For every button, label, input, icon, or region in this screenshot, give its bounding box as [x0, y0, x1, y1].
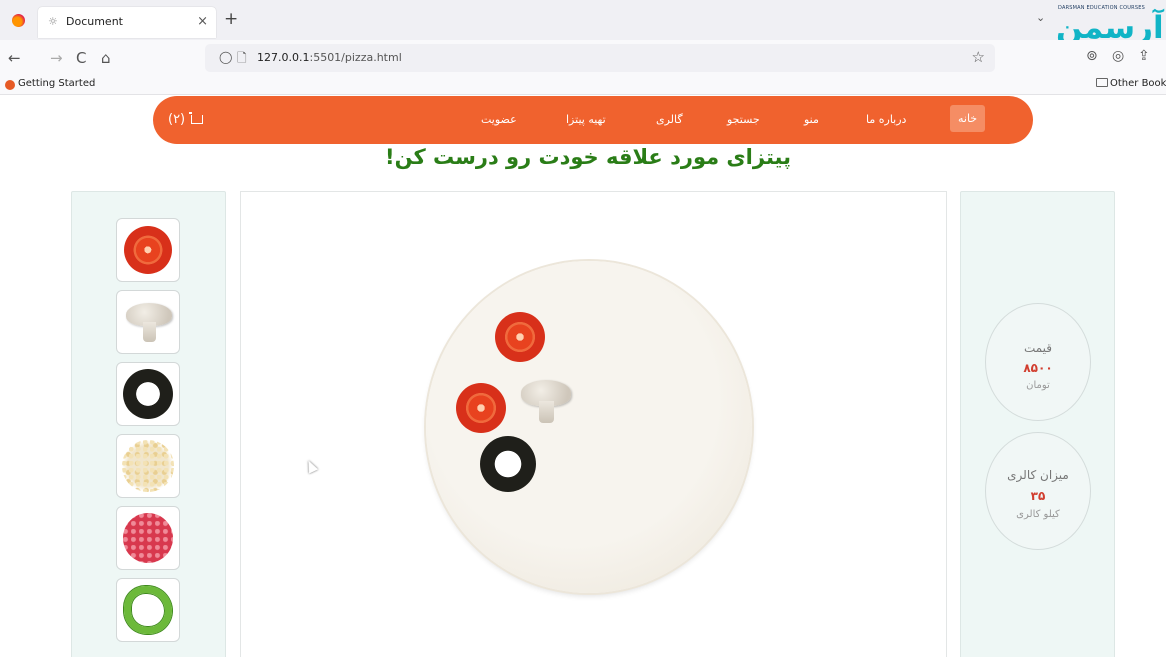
calorie-unit: کیلو کالری: [1016, 509, 1060, 520]
page-headline: پیتزای مورد علاقه خودت رو درست کن!: [385, 145, 791, 169]
back-button[interactable]: ←: [8, 49, 21, 67]
url-text: 127.0.0.1:5501/pizza.html: [257, 51, 402, 64]
price-title: قیمت: [1023, 341, 1053, 355]
menu-home[interactable]: خانه: [950, 105, 986, 132]
cheese-icon: [122, 440, 174, 492]
new-tab-button[interactable]: +: [224, 9, 238, 29]
topping-olive[interactable]: [480, 436, 536, 492]
page-viewport: (۲) خانه درباره ما منو جستجو گالری تهیه …: [10, 95, 1166, 657]
browser-tab-bar: ☼ Document × + ⌄: [0, 0, 1166, 40]
ingredient-tomato[interactable]: [116, 218, 180, 282]
ingredient-bell-pepper[interactable]: [116, 578, 180, 642]
menu-make-pizza[interactable]: تهیه پیتزا: [566, 113, 606, 126]
browser-tab[interactable]: ☼ Document ×: [38, 7, 216, 38]
tomato-icon: [124, 226, 172, 274]
url-host: 127.0.0.1: [257, 51, 310, 64]
bell-pepper-icon: [124, 586, 172, 634]
cart-count: (۲): [168, 112, 186, 127]
salami-icon: [123, 513, 173, 563]
other-bookmarks-label: Other Bookm: [1110, 78, 1166, 89]
url-path: :5501/pizza.html: [309, 51, 402, 64]
folder-icon: [1096, 78, 1108, 87]
calorie-stat: میزان کالری ۳۵ کیلو کالری: [985, 432, 1091, 550]
cart-button[interactable]: (۲): [168, 112, 204, 127]
topping-tomato[interactable]: [495, 312, 545, 362]
extensions-icon[interactable]: ⇪: [1138, 48, 1150, 64]
forward-button[interactable]: →: [50, 49, 63, 67]
menu-about[interactable]: درباره ما: [866, 113, 906, 126]
other-bookmarks[interactable]: Other Bookm: [1096, 78, 1166, 89]
topping-tomato[interactable]: [456, 383, 506, 433]
tab-favicon-icon: ☼: [48, 15, 58, 28]
menu-menu[interactable]: منو: [804, 113, 819, 126]
bookmarks-bar: Getting Started Other Bookm: [0, 76, 1166, 95]
reload-button[interactable]: C: [76, 49, 86, 67]
menu-membership[interactable]: عضویت: [481, 113, 517, 126]
stats-panel: [960, 191, 1115, 657]
ingredient-olive[interactable]: [116, 362, 180, 426]
ingredient-mushroom[interactable]: [116, 290, 180, 354]
menu-search[interactable]: جستجو: [727, 113, 760, 126]
pocket-icon[interactable]: ⊚: [1086, 48, 1098, 64]
address-bar[interactable]: ◯ 🗋 127.0.0.1:5501/pizza.html ☆: [205, 44, 995, 72]
tab-list-chevron-icon[interactable]: ⌄: [1036, 11, 1045, 24]
calorie-value: ۳۵: [1030, 489, 1046, 503]
tracking-shield-icon[interactable]: ◯: [219, 50, 232, 64]
ingredient-panel: [71, 191, 226, 657]
price-stat: قیمت ۸۵۰۰ تومان: [985, 303, 1091, 421]
price-unit: تومان: [1026, 380, 1050, 391]
bookmark-getting-started[interactable]: Getting Started: [18, 78, 95, 89]
cart-icon: [189, 112, 204, 124]
tab-close-icon[interactable]: ×: [197, 14, 208, 29]
firefox-logo-icon: [12, 14, 25, 27]
ingredient-salami[interactable]: [116, 506, 180, 570]
ingredient-cheese[interactable]: [116, 434, 180, 498]
olive-icon: [123, 369, 173, 419]
calorie-title: میزان کالری: [1007, 468, 1069, 482]
tab-title: Document: [66, 15, 123, 28]
site-navbar: (۲) خانه درباره ما منو جستجو گالری تهیه …: [153, 96, 1033, 144]
price-value: ۸۵۰۰: [1023, 361, 1053, 375]
home-button[interactable]: ⌂: [101, 49, 111, 67]
bookmark-star-icon[interactable]: ☆: [972, 48, 985, 66]
mushroom-icon: [126, 303, 172, 343]
bookmark-firefox-icon: [5, 80, 15, 90]
account-icon[interactable]: ◎: [1112, 48, 1124, 64]
page-info-icon[interactable]: 🗋: [237, 49, 247, 70]
menu-gallery[interactable]: گالری: [656, 113, 683, 126]
topping-mushroom[interactable]: [521, 380, 571, 424]
